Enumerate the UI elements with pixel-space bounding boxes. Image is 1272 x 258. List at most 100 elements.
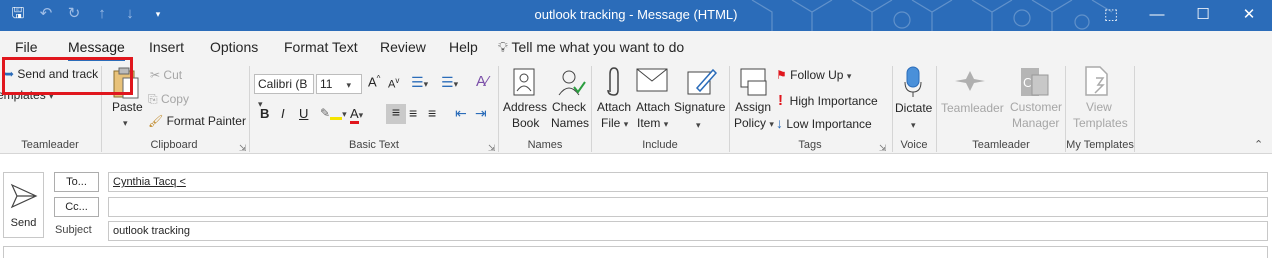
tell-me-text: Tell me what you want to do [511,39,685,55]
tab-options[interactable]: Options [210,39,258,55]
basic-text-launcher-icon[interactable]: ⇲ [488,143,496,154]
align-left-icon[interactable]: ≡ [386,104,406,124]
send-and-track-highlight [2,57,133,95]
address-book-label-1: Address [503,100,548,114]
message-body[interactable] [3,246,1268,258]
signature-button[interactable]: Signature [674,100,725,114]
cc-field[interactable] [108,197,1268,217]
decrease-indent-icon[interactable]: ⇤ [455,105,467,122]
scissors-icon: ✂ [150,68,161,82]
clipboard-launcher-icon[interactable]: ⇲ [239,143,247,154]
shrink-font-icon[interactable]: Av [388,76,399,91]
check-names-label-2: Names [551,116,590,130]
tab-review[interactable]: Review [380,39,426,55]
teamleader-button[interactable]: Teamleader [941,101,1004,115]
customer-label-2: Manager [1012,116,1060,130]
paste-button[interactable]: Paste [112,100,143,114]
attach-file-label-1: Attach [597,100,632,114]
check-names-button[interactable]: Check [552,100,586,114]
down-arrow-icon: ↓ [776,115,783,131]
font-name-box[interactable]: Calibri (B ▾ [254,74,314,109]
tab-message[interactable]: Message [68,39,125,61]
signature-dropdown-icon[interactable]: ▾ [696,120,701,131]
tags-launcher-icon[interactable]: ⇲ [879,143,887,154]
underline-icon[interactable]: U [299,106,308,121]
cut-label: Cut [163,68,183,82]
address-book-button[interactable]: Address [503,100,547,114]
align-right-icon[interactable]: ≡ [428,105,436,121]
exclamation-icon: ! [778,92,783,109]
bullets-icon[interactable]: ☰▾ [411,74,428,91]
tab-help[interactable]: Help [449,39,478,55]
group-teamleader-2: Teamleader [972,139,1030,151]
attach-item-icon [636,68,668,92]
follow-up-button[interactable]: ⚑ Follow Up ▾ [776,68,851,82]
to-field[interactable]: Cynthia Tacq < [108,172,1268,192]
close-icon[interactable]: ✕ [1226,0,1272,31]
svg-text:C: C [1023,76,1031,90]
font-color-icon[interactable]: A▾ [350,106,363,124]
font-size-box[interactable]: 11 ▾ [316,74,362,94]
group-teamleader: Teamleader [21,139,79,151]
low-importance-button[interactable]: ↓ Low Importance [776,115,872,131]
window-title: outlook tracking - Message (HTML) [534,7,738,22]
attach-file-label-2: File [601,116,621,130]
numbering-icon[interactable]: ☰▾ [441,74,458,91]
low-importance-label: Low Importance [786,117,872,131]
teamleader-logo-icon [955,71,985,91]
highlight-icon[interactable]: ✎ ▾ [320,106,347,120]
tell-me-box[interactable]: 💡︎ Tell me what you want to do [498,39,684,56]
dictate-dropdown-icon[interactable]: ▾ [911,120,916,131]
attach-item-dropdown[interactable]: Item ▾ [637,116,668,130]
copy-button[interactable]: ⎘ Copy [148,92,189,107]
minimize-icon[interactable]: — [1134,0,1180,31]
high-importance-button[interactable]: ! High Importance [778,92,878,109]
font-name-value: Calibri (B [258,77,308,91]
send-button[interactable]: Send [3,172,44,238]
dictate-button[interactable]: Dictate [895,101,932,115]
tab-format-text[interactable]: Format Text [284,39,358,55]
cc-button[interactable]: Cc... [54,197,99,217]
format-painter-button[interactable]: 🖌︎ Format Painter [148,114,246,128]
assign-policy-button[interactable]: Assign [735,100,771,114]
group-tags: Tags [798,139,822,151]
attach-item-label-2: Item [637,116,661,130]
clear-formatting-icon[interactable]: A⁄ [476,73,489,90]
ribbon-tabs: File Message Insert Options Format Text … [0,31,1272,62]
customer-manager-button[interactable]: Customer [1010,100,1062,114]
send-label: Send [10,217,37,229]
separator [1134,66,1135,152]
group-voice: Voice [900,139,928,151]
assign-policy-dropdown[interactable]: Policy ▾ [734,116,774,130]
align-center-icon[interactable]: ≡ [409,105,417,121]
tab-insert[interactable]: Insert [149,39,184,55]
subject-label: Subject [55,224,92,236]
attach-file-button[interactable]: Attach [597,100,631,114]
view-templates-icon [1085,66,1108,96]
collapse-ribbon-icon[interactable]: ⌃ [1254,138,1263,151]
grow-font-icon[interactable]: A^ [368,74,380,89]
maximize-icon[interactable]: ☐ [1180,0,1226,31]
to-recipient: Cynthia Tacq < [113,176,186,188]
view-templates-label-2: Templates [1073,116,1128,130]
cut-button[interactable]: ✂ Cut [150,68,182,82]
attach-item-button[interactable]: Attach [636,100,670,114]
font-size-value: 11 [320,77,333,91]
lightbulb-icon: 💡︎ [498,39,508,55]
paste-dropdown-icon[interactable]: ▾ [123,118,128,129]
tab-file[interactable]: File [15,39,38,55]
view-templates-label-1: View [1086,100,1112,114]
assign-policy-label-2: Policy [734,116,767,130]
group-my-templates: My Templates [1066,139,1134,151]
brush-icon: 🖌︎ [148,114,164,128]
to-button[interactable]: To... [54,172,99,192]
bold-icon[interactable]: B [260,106,269,121]
attach-file-dropdown[interactable]: File ▾ [601,116,628,130]
view-templates-button[interactable]: View [1086,100,1112,114]
address-book-icon [513,68,535,96]
italic-icon[interactable]: I [281,106,285,121]
increase-indent-icon[interactable]: ⇥ [475,105,487,122]
customer-manager-icon: C [1021,68,1049,96]
ribbon-display-icon[interactable]: ⬚ [1088,0,1134,31]
subject-field[interactable]: outlook tracking [108,221,1268,241]
